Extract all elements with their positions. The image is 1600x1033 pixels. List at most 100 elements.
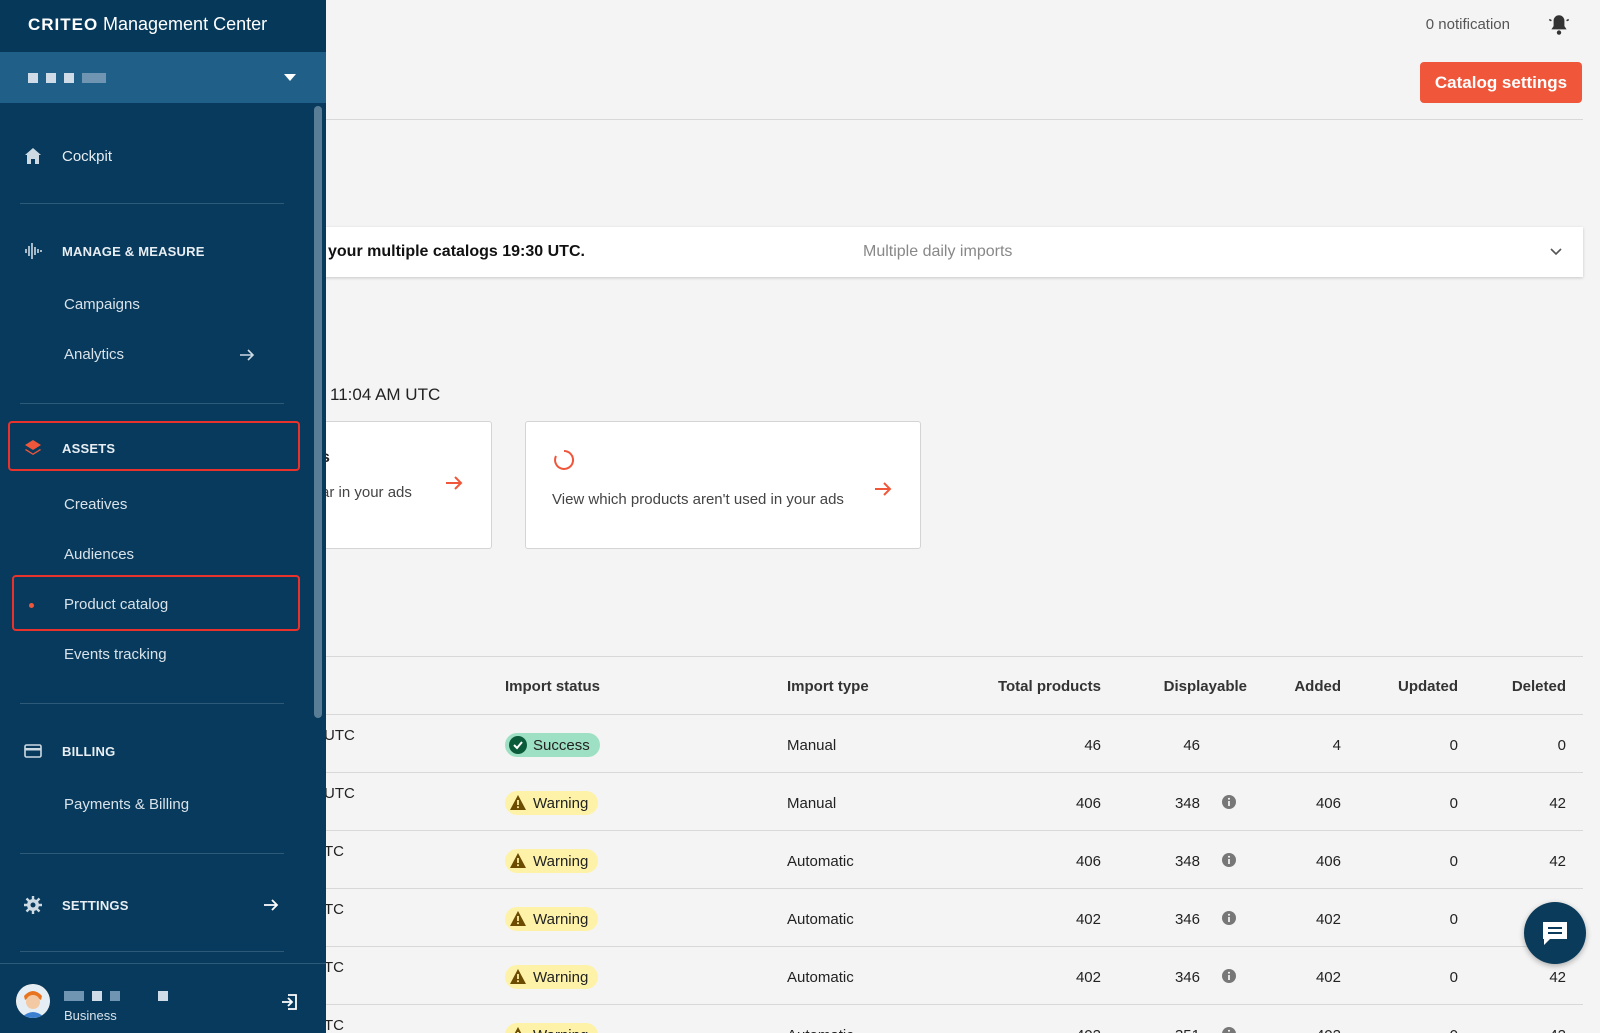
updated-value: 0 xyxy=(1449,737,1458,754)
table-row[interactable]: TC Warning Automatic 402 346 402 0 42 xyxy=(320,947,1583,1005)
products-not-in-ads-card[interactable]: View which products aren't used in your … xyxy=(525,421,921,549)
header-total-products[interactable]: Total products xyxy=(998,678,1101,695)
import-date: TC xyxy=(324,959,344,976)
header-import-status[interactable]: Import status xyxy=(505,678,600,695)
total-products-value: 402 xyxy=(1076,1027,1101,1033)
home-icon xyxy=(25,148,41,164)
status-text: Warning xyxy=(533,1027,588,1033)
deleted-value: 42 xyxy=(1549,795,1566,812)
updated-value: 0 xyxy=(1450,1027,1458,1033)
sidebar-divider xyxy=(20,403,284,404)
last-update-time: 11:04 AM UTC xyxy=(330,385,441,404)
warning-icon xyxy=(514,1027,522,1033)
section-label: ASSETS xyxy=(62,441,116,456)
chat-button[interactable] xyxy=(1524,902,1586,964)
section-label: BILLING xyxy=(62,744,116,759)
sidebar-item-label: Analytics xyxy=(64,346,125,363)
user-profile[interactable]: Business xyxy=(0,963,326,1033)
notification-count[interactable]: 0 notification xyxy=(1426,16,1510,33)
status-badge: Warning xyxy=(505,849,599,874)
sidebar-item-label: Product catalog xyxy=(64,596,169,613)
import-schedule-bar[interactable]: your multiple catalogs 19:30 UTC. Multip… xyxy=(320,227,1583,277)
displayable-value: 348 xyxy=(1174,795,1200,812)
total-products-value: 402 xyxy=(1075,969,1101,986)
warning-icon xyxy=(510,853,526,868)
header-deleted[interactable]: Deleted xyxy=(1512,678,1566,695)
sidebar-section-assets[interactable]: ASSETS xyxy=(0,433,326,463)
sidebar-item-analytics[interactable]: Analytics xyxy=(0,340,326,370)
status-badge: Warning xyxy=(505,907,599,932)
account-selector[interactable] xyxy=(0,52,326,103)
table-row[interactable]: TC Warning Automatic 402 351 402 0 42 xyxy=(320,1005,1583,1033)
user-avatar-icon xyxy=(16,984,50,1018)
gear-icon xyxy=(24,896,42,914)
sidebar-item-label: Campaigns xyxy=(64,296,140,313)
info-icon[interactable] xyxy=(1222,1027,1236,1033)
import-date: UTC xyxy=(324,785,355,802)
sidebar-item-payments-billing[interactable]: Payments & Billing xyxy=(0,790,326,820)
table-row[interactable]: TC Warning Automatic 406 348 406 0 42 xyxy=(320,831,1583,889)
status-text: Warning xyxy=(533,794,589,812)
arrow-right-icon[interactable] xyxy=(872,478,894,500)
info-icon[interactable] xyxy=(1222,911,1236,925)
import-type: Automatic xyxy=(787,1027,854,1033)
info-icon[interactable] xyxy=(1222,853,1236,867)
chat-icon xyxy=(1543,922,1567,945)
header-added[interactable]: Added xyxy=(1294,678,1341,695)
import-schedule-message: your multiple catalogs 19:30 UTC. xyxy=(328,243,585,260)
catalog-settings-button[interactable]: Catalog settings xyxy=(1420,62,1582,103)
sidebar-item-events-tracking[interactable]: Events tracking xyxy=(0,640,326,670)
bell-icon[interactable] xyxy=(1546,12,1572,38)
table-row[interactable]: TC Warning Automatic 402 346 402 0 xyxy=(320,889,1583,947)
deleted-value: 0 xyxy=(1557,737,1566,754)
caret-down-icon[interactable] xyxy=(284,74,296,81)
sidebar: CRITEO Management Center Cockpit MANAGE … xyxy=(0,0,326,1033)
status-badge: Warning xyxy=(505,1023,599,1033)
status-text: Warning xyxy=(533,910,589,928)
criteo-logo[interactable]: CRITEO xyxy=(28,15,98,35)
header-updated[interactable]: Updated xyxy=(1398,678,1458,695)
header-divider xyxy=(320,119,1583,120)
sidebar-item-creatives[interactable]: Creatives xyxy=(0,490,326,520)
avatar[interactable] xyxy=(16,984,50,1018)
status-badge: Success xyxy=(505,733,600,758)
total-products-value: 46 xyxy=(1084,737,1101,754)
chevron-down-icon[interactable] xyxy=(1549,245,1563,259)
user-role: Business xyxy=(64,1008,117,1023)
deleted-value: 42 xyxy=(1549,969,1566,986)
logout-icon[interactable] xyxy=(280,992,300,1012)
updated-value: 0 xyxy=(1449,853,1458,870)
check-circle-icon xyxy=(509,736,527,754)
displayable-value: 348 xyxy=(1174,853,1200,870)
sidebar-item-audiences[interactable]: Audiences xyxy=(0,540,326,570)
table-row[interactable]: UTC Success Manual 46 46 4 0 0 xyxy=(320,715,1583,773)
import-type: Manual xyxy=(787,795,837,812)
added-value: 402 xyxy=(1315,911,1341,928)
added-value: 406 xyxy=(1315,795,1341,812)
user-name-redacted xyxy=(64,991,168,1001)
section-label: SETTINGS xyxy=(62,898,129,913)
sidebar-item-product-catalog[interactable]: Product catalog xyxy=(0,590,326,620)
sidebar-scrollbar[interactable] xyxy=(314,106,322,718)
sidebar-item-label: Audiences xyxy=(64,546,135,563)
sidebar-section-manage-measure[interactable]: MANAGE & MEASURE xyxy=(0,236,326,266)
warning-icon xyxy=(510,911,526,926)
status-badge: Warning xyxy=(505,791,599,816)
import-type: Automatic xyxy=(787,911,854,928)
info-icon[interactable] xyxy=(1222,969,1236,983)
arrow-right-icon xyxy=(240,349,255,361)
header-displayable[interactable]: Displayable xyxy=(1164,678,1247,695)
sidebar-divider xyxy=(20,703,284,704)
sidebar-section-billing[interactable]: BILLING xyxy=(0,736,326,766)
table-row[interactable]: UTC Warning Manual 406 348 406 0 42 xyxy=(320,773,1583,831)
deleted-value: 42 xyxy=(1549,1027,1566,1033)
info-icon[interactable] xyxy=(1222,795,1236,809)
header-import-type[interactable]: Import type xyxy=(787,678,869,695)
sidebar-divider xyxy=(20,951,284,952)
sidebar-section-settings[interactable]: SETTINGS xyxy=(0,890,326,920)
updated-value: 0 xyxy=(1449,969,1458,986)
arrow-right-icon[interactable] xyxy=(443,472,465,494)
sidebar-item-cockpit[interactable]: Cockpit xyxy=(0,140,326,172)
sidebar-item-campaigns[interactable]: Campaigns xyxy=(0,290,326,320)
table-header: Import status Import type Total products… xyxy=(320,657,1583,715)
